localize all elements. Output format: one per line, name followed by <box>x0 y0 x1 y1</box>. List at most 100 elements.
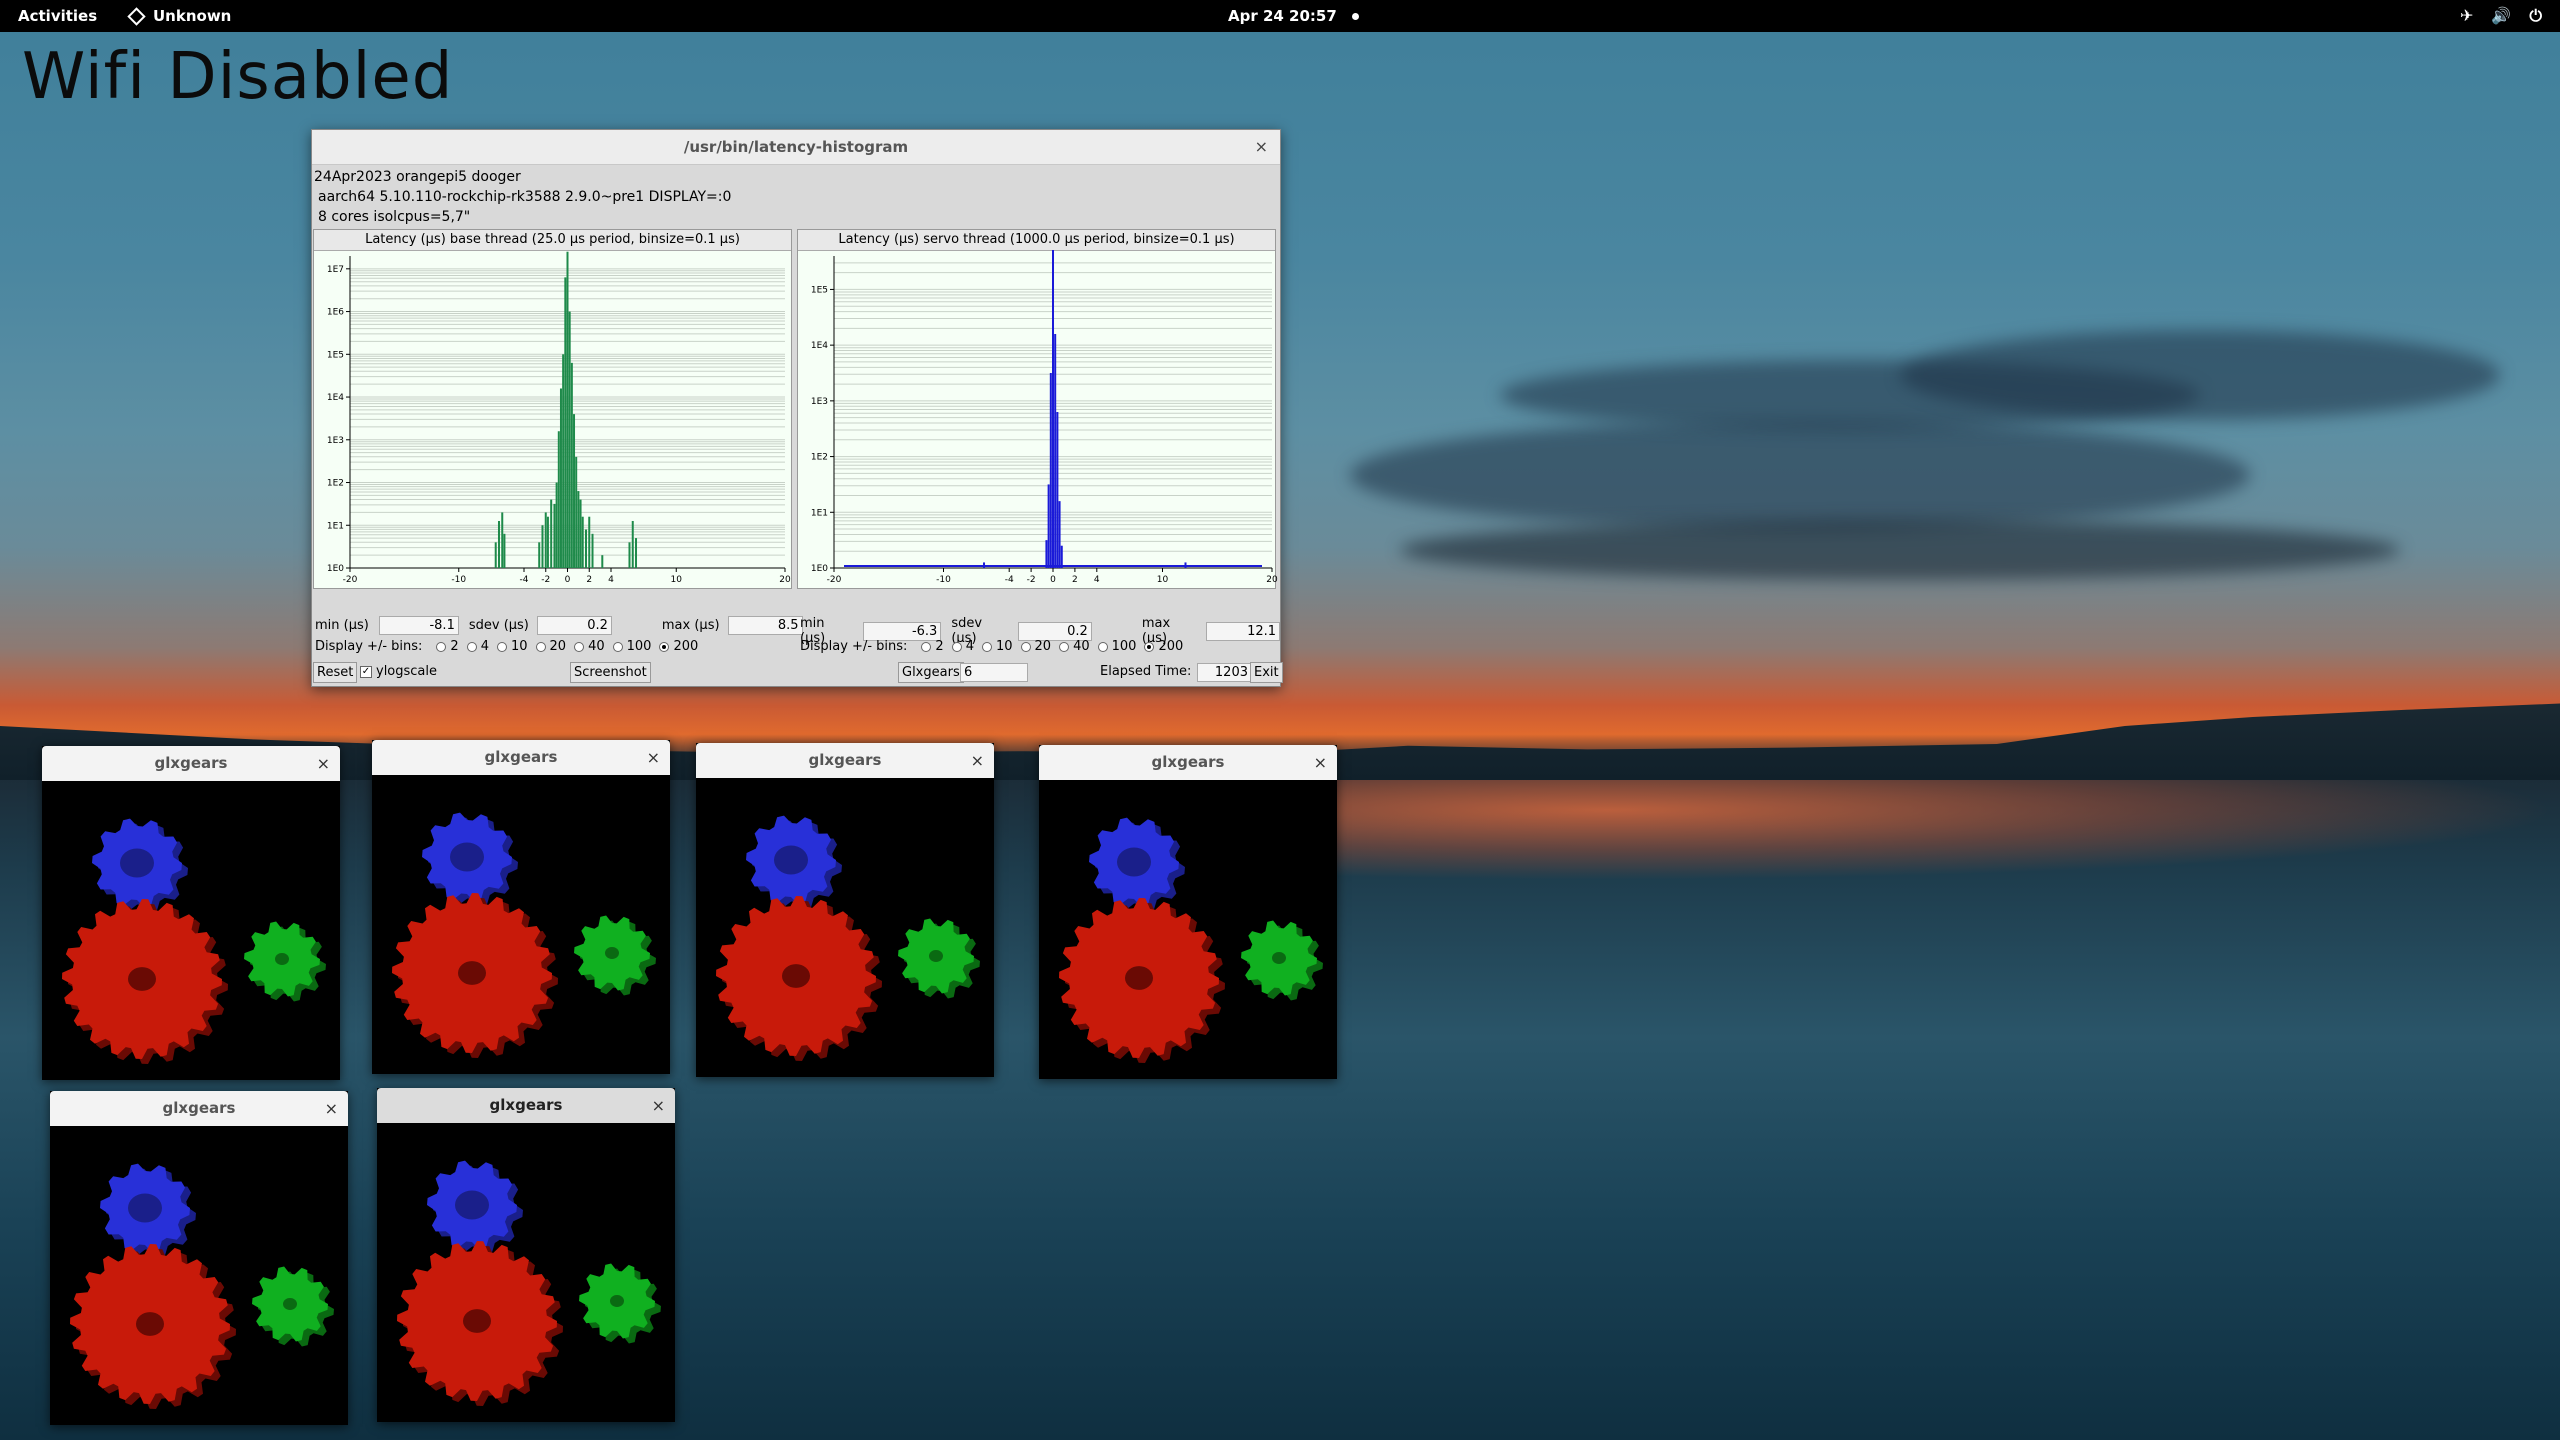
x-tick-label: 10 <box>1157 575 1169 585</box>
window-titlebar[interactable]: glxgears × <box>1039 745 1337 780</box>
y-tick-label: 1E1 <box>811 508 828 518</box>
bins-option-2[interactable]: 2 <box>921 639 944 654</box>
exit-button[interactable]: Exit <box>1250 662 1283 683</box>
x-tick-label: -2 <box>1027 575 1036 585</box>
y-tick-label: 1E3 <box>327 436 344 446</box>
screenshot-button[interactable]: Screenshot <box>570 662 651 683</box>
x-tick-label: -20 <box>343 575 358 585</box>
bins-option-label: 100 <box>1111 639 1137 654</box>
elapsed-value: 1203 <box>1197 663 1252 682</box>
bins-option-200[interactable]: 200 <box>1144 639 1183 654</box>
y-tick-label: 1E7 <box>327 265 344 275</box>
x-tick-label: -2 <box>541 575 550 585</box>
bins-option-label: 40 <box>1073 639 1090 654</box>
reset-button[interactable]: Reset <box>313 662 358 683</box>
power-icon: ⏻ <box>2529 6 2542 25</box>
green-gear-icon-hole <box>610 1295 624 1307</box>
window-titlebar[interactable]: glxgears × <box>696 743 994 778</box>
radio-icon <box>612 641 623 652</box>
bins-option-10[interactable]: 10 <box>496 639 528 654</box>
red-gear-icon-hole <box>128 967 156 991</box>
gears-canvas <box>716 815 980 1061</box>
bins-option-label: 2 <box>935 639 944 654</box>
bins-option-4[interactable]: 4 <box>951 639 974 654</box>
system-menu[interactable]: ✈ 🔊 ⏻ <box>2460 6 2542 26</box>
volume-icon: 🔊 <box>2491 6 2512 25</box>
app-menu[interactable]: Unknown <box>127 6 231 26</box>
histogram-bar <box>1184 562 1187 568</box>
blue-gear-icon-hole <box>774 845 808 875</box>
info-line: aarch64 5.10.110-rockchip-rk3588 2.9.0~p… <box>318 189 732 205</box>
bins-option-40[interactable]: 40 <box>574 639 605 654</box>
glxgears-window: glxgears × <box>372 740 670 1074</box>
y-tick-label: 1E6 <box>327 308 344 318</box>
y-tick-label: 1E5 <box>327 350 344 360</box>
base-stats: min (µs) -8.1 sdev (µs) 0.2 max (µs) 8.5 <box>315 616 803 635</box>
histogram-bar <box>559 388 562 568</box>
ylogscale-label: ylogscale <box>376 664 438 679</box>
x-tick-label: 2 <box>1072 575 1078 585</box>
blue-gear-icon-hole <box>1117 847 1151 877</box>
notification-dot <box>1352 13 1359 20</box>
histogram-bar <box>1047 484 1050 568</box>
histogram-bar <box>1045 540 1048 568</box>
bins-option-20[interactable]: 20 <box>1020 639 1051 654</box>
radio-icon <box>1020 641 1031 652</box>
close-icon[interactable]: × <box>652 1088 665 1123</box>
gears-canvas <box>62 818 326 1064</box>
histogram-bar <box>555 482 558 568</box>
servo-bins: Display +/- bins: 2 4 10 20 40 100 200 <box>800 639 1183 654</box>
gears-canvas <box>392 812 656 1058</box>
bins-option-100[interactable]: 100 <box>612 639 651 654</box>
window-titlebar[interactable]: glxgears × <box>50 1091 348 1126</box>
window-titlebar[interactable]: /usr/bin/latency-histogram × <box>312 130 1280 165</box>
radio-icon <box>1097 641 1108 652</box>
system-info: 24Apr2023 orangepi5 dooger aarch64 5.10.… <box>312 165 1280 229</box>
bins-option-4[interactable]: 4 <box>466 639 489 654</box>
glxgears-window: glxgears × <box>696 743 994 1077</box>
histogram-bar <box>575 456 578 568</box>
activities-button[interactable]: Activities <box>18 7 97 25</box>
servo-histogram-plot: 1E01E11E21E31E41E5-20 -10 -4 -2 0 2 4 10 20 <box>811 250 1278 585</box>
red-gear-icon-hole <box>1125 966 1153 990</box>
window-titlebar[interactable]: glxgears × <box>372 740 670 775</box>
bins-option-2[interactable]: 2 <box>436 639 459 654</box>
close-icon[interactable]: × <box>1314 745 1327 780</box>
close-icon[interactable]: × <box>647 740 660 775</box>
ylogscale-toggle[interactable]: ✓ ylogscale <box>360 664 437 679</box>
glxgears-window: glxgears × <box>377 1088 675 1422</box>
histogram-bar <box>1049 373 1052 568</box>
histogram-bar <box>983 562 986 568</box>
histogram-bar <box>501 512 504 568</box>
histogram-bar <box>568 311 571 568</box>
y-tick-label: 1E0 <box>327 564 344 574</box>
close-icon[interactable]: × <box>325 1091 338 1126</box>
latency-histogram-window: /usr/bin/latency-histogram × 24Apr2023 o… <box>311 129 1283 687</box>
bins-option-40[interactable]: 40 <box>1059 639 1090 654</box>
x-tick-label: -4 <box>520 575 529 585</box>
histogram-bar <box>631 520 634 568</box>
radio-icon <box>496 641 507 652</box>
gears-canvas <box>397 1160 661 1406</box>
close-icon[interactable]: × <box>1255 130 1268 164</box>
close-icon[interactable]: × <box>971 743 984 778</box>
info-line: 8 cores isolcpus=5,7" <box>318 209 471 225</box>
clock[interactable]: Apr 24 20:57 <box>1228 7 1337 25</box>
glxgears-count-input[interactable]: 6 <box>960 663 1028 682</box>
window-titlebar[interactable]: glxgears × <box>377 1088 675 1123</box>
bins-option-200[interactable]: 200 <box>659 639 698 654</box>
green-gear-icon-hole <box>283 1298 297 1310</box>
radio-icon <box>951 641 962 652</box>
close-icon[interactable]: × <box>317 746 330 781</box>
glxgears-button[interactable]: Glxgears <box>898 662 964 683</box>
base-max-value: 8.5 <box>727 616 803 635</box>
bins-option-20[interactable]: 20 <box>535 639 566 654</box>
window-titlebar[interactable]: glxgears × <box>42 746 340 781</box>
bins-option-100[interactable]: 100 <box>1097 639 1137 654</box>
radio-icon <box>1059 641 1070 652</box>
bins-option-label: 200 <box>673 639 699 654</box>
bins-option-10[interactable]: 10 <box>981 639 1013 654</box>
x-tick-label: -20 <box>827 575 842 585</box>
checkbox-checked-icon: ✓ <box>360 665 372 678</box>
glxgears-window: glxgears × <box>42 746 340 1080</box>
